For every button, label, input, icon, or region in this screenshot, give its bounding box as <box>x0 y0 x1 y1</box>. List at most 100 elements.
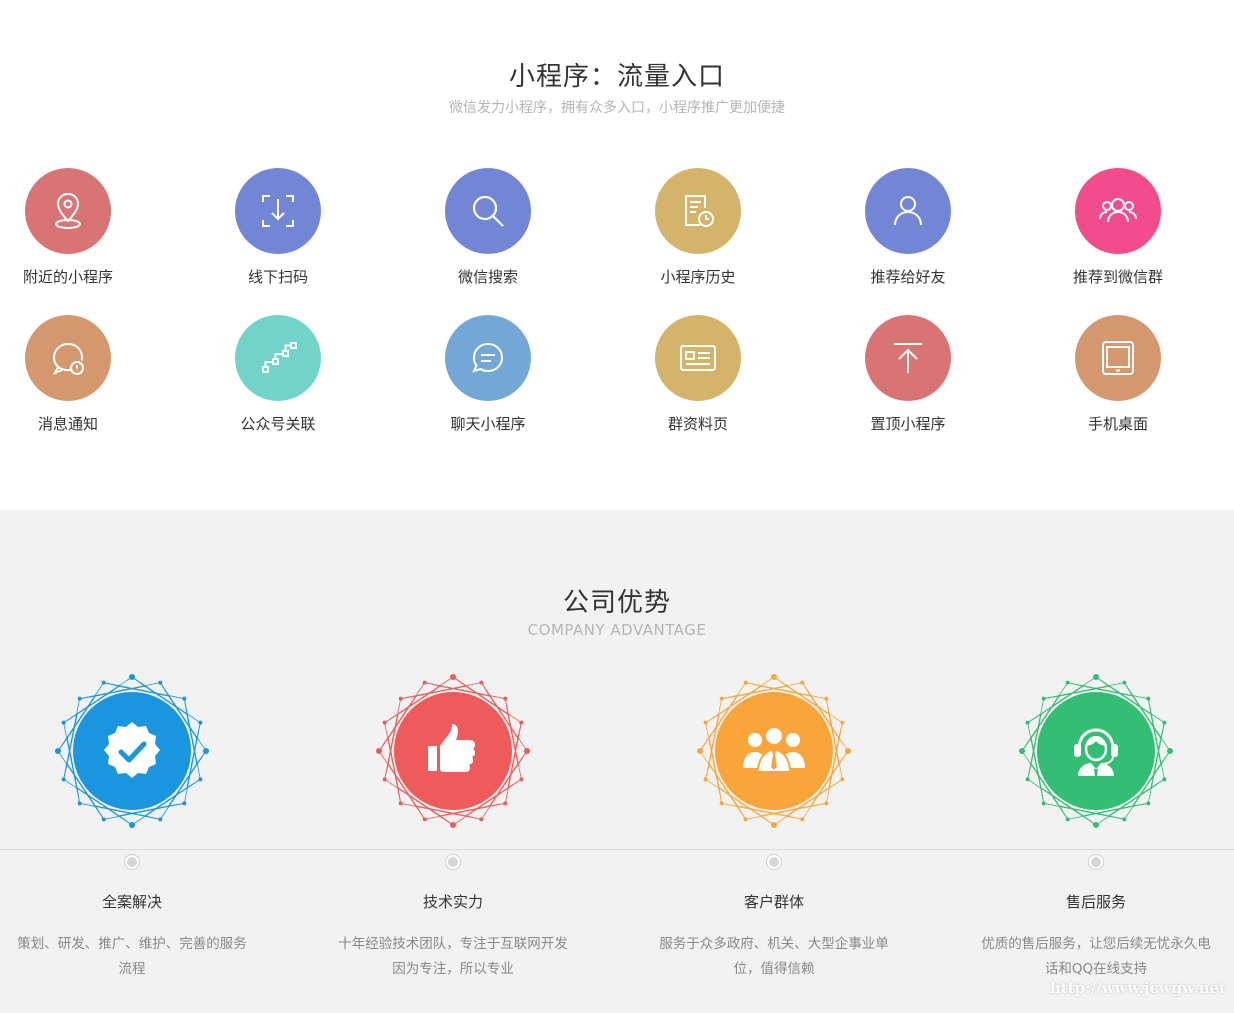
company-advantage-section: 公司优势 COMPANY ADVANTAGE 全案解决 策划、研发、推广、维护、… <box>0 510 1234 1013</box>
entry-label: 推荐到微信群 <box>1072 268 1163 286</box>
ring-node <box>1093 674 1099 680</box>
ring-node <box>1065 817 1070 822</box>
ring-line <box>1108 815 1125 820</box>
thumbs-up-icon <box>428 724 475 772</box>
entry-nearby[interactable]: 附近的小程序 <box>0 168 148 287</box>
ring-node <box>703 777 708 782</box>
verified-badge-icon <box>104 722 160 778</box>
entry-circle <box>25 168 111 254</box>
ring-node <box>182 696 187 701</box>
ring-node <box>479 680 484 685</box>
history-icon <box>685 195 714 227</box>
advantage-ring <box>373 671 533 831</box>
ring-node <box>519 777 524 782</box>
entry-wechat-search[interactable]: 微信搜索 <box>408 168 568 287</box>
ring-line <box>1067 682 1084 687</box>
ring-node <box>1025 720 1030 725</box>
ring-line <box>838 722 843 739</box>
ring-node <box>1146 801 1151 806</box>
entry-circle <box>235 168 321 254</box>
ring-node <box>77 696 82 701</box>
entry-circle <box>865 315 951 401</box>
entry-phone-desktop[interactable]: 手机桌面 <box>1038 315 1198 434</box>
entry-pin-top[interactable]: 置顶小程序 <box>828 315 988 434</box>
ring-node <box>77 801 82 806</box>
ring-node <box>524 748 530 754</box>
headset-support-icon <box>1074 728 1118 776</box>
section-title: 小程序：流量入口 <box>508 62 725 92</box>
advantage-core <box>1037 692 1155 810</box>
entry-label: 微信搜索 <box>457 268 518 286</box>
ring-node <box>824 696 829 701</box>
entry-label: 聊天小程序 <box>450 415 526 433</box>
ring-node <box>158 817 163 822</box>
entry-label: 置顶小程序 <box>870 415 946 433</box>
ring-node <box>422 817 427 822</box>
entry-label: 群资料页 <box>667 415 728 433</box>
entry-chat[interactable]: 聊天小程序 <box>408 315 568 434</box>
ring-node <box>743 680 748 685</box>
ring-node <box>1146 696 1151 701</box>
advantage-desc: 优质的售后服务，让您后续无忧永久电话和QQ在线支持 <box>981 936 1211 977</box>
ring-node <box>158 680 163 685</box>
ring-node <box>198 777 203 782</box>
entry-label: 线下扫码 <box>247 268 308 286</box>
ring-line <box>465 815 482 820</box>
advantage-ring <box>52 671 212 831</box>
timeline-dot <box>767 855 781 869</box>
ring-node <box>771 674 777 680</box>
ring-line <box>705 763 710 780</box>
ring-node <box>771 822 777 828</box>
entry-history[interactable]: 小程序历史 <box>618 168 778 287</box>
advantage-after-sales[interactable]: 售后服务 优质的售后服务，让您后续无忧永久电话和QQ在线支持 <box>971 671 1221 982</box>
timeline-dot <box>446 855 460 869</box>
entry-offline-scan[interactable]: 线下扫码 <box>198 168 358 287</box>
advantage-name: 技术实力 <box>422 893 483 911</box>
search-icon <box>472 195 504 227</box>
ring-node <box>1167 748 1173 754</box>
advantage-name: 全案解决 <box>101 893 162 911</box>
advantage-full-solution[interactable]: 全案解决 策划、研发、推广、维护、完善的服务流程 <box>7 671 257 982</box>
ring-node <box>1065 680 1070 685</box>
ring-node <box>697 748 703 754</box>
ring-node <box>1162 720 1167 725</box>
timeline-dot <box>125 855 139 869</box>
advantage-client-group[interactable]: 客户群体 服务于众多政府、机关、大型企事业单位，值得信赖 <box>649 671 899 982</box>
group-icon <box>1099 198 1137 223</box>
entry-circle <box>655 168 741 254</box>
pin-top-icon <box>894 343 922 373</box>
entry-recommend-group[interactable]: 推荐到微信群 <box>1038 168 1198 287</box>
advantage-tech-strength[interactable]: 技术实力 十年经验技术团队，专注于互联网开发因为专注，所以专业 <box>328 671 578 982</box>
ring-node <box>1093 822 1099 828</box>
notification-bubble-icon <box>52 342 84 375</box>
ring-node <box>824 801 829 806</box>
entry-notification[interactable]: 消息通知 <box>0 315 148 434</box>
ring-line <box>786 815 803 820</box>
entry-group-profile[interactable]: 群资料页 <box>618 315 778 434</box>
ring-line <box>517 722 522 739</box>
entry-recommend-friend[interactable]: 推荐给好友 <box>828 168 988 287</box>
entry-label: 推荐给好友 <box>870 268 946 286</box>
advantage-name: 客户群体 <box>743 893 804 911</box>
entry-official-account[interactable]: 公众号关联 <box>198 315 358 434</box>
business-people-icon <box>743 726 805 773</box>
ring-node <box>182 801 187 806</box>
entry-circle <box>445 168 531 254</box>
ring-node <box>203 748 209 754</box>
entry-label: 消息通知 <box>37 415 98 433</box>
ring-node <box>743 817 748 822</box>
ring-node <box>382 720 387 725</box>
tablet-icon <box>1102 341 1134 375</box>
ring-line <box>103 682 120 687</box>
ring-node <box>1122 817 1127 822</box>
location-pin-icon <box>55 192 81 229</box>
advantage-ring <box>694 671 854 831</box>
ring-line <box>196 722 201 739</box>
watermark: http://www.jcwgw.net <box>1049 979 1226 997</box>
ring-node <box>398 696 403 701</box>
entry-label: 公众号关联 <box>240 415 316 433</box>
ring-node <box>129 674 135 680</box>
ring-line <box>424 682 441 687</box>
ring-node <box>1025 777 1030 782</box>
ring-node <box>719 696 724 701</box>
